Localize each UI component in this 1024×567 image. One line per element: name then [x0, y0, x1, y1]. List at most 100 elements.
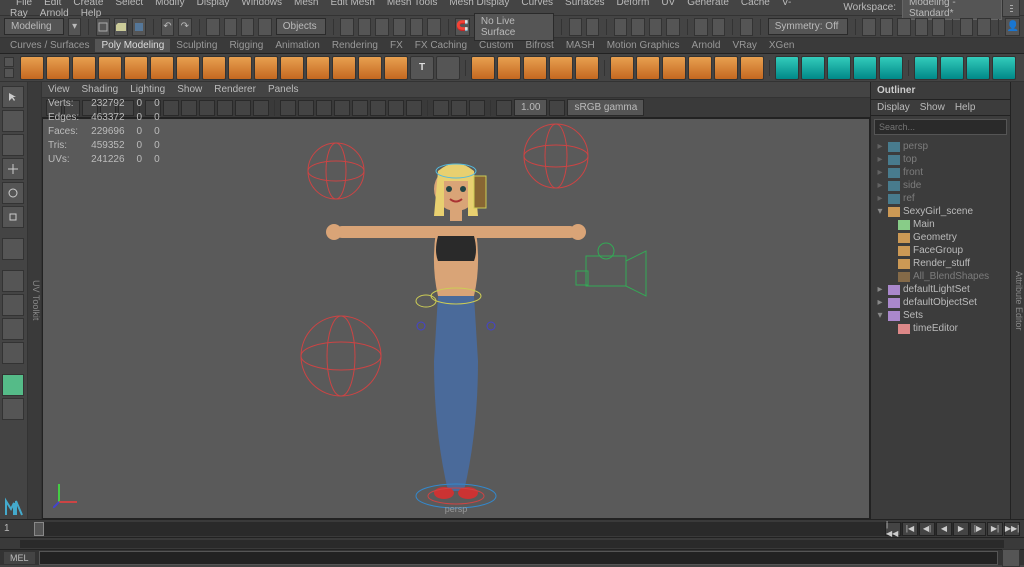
go-start-icon[interactable]: |◀◀ [885, 522, 901, 536]
outliner-item-all_blendshapes[interactable]: All_BlendShapes [873, 270, 1008, 283]
history-option-icon[interactable] [586, 18, 599, 36]
shelf-pyramid[interactable] [228, 56, 252, 80]
shelf-boolean[interactable] [549, 56, 573, 80]
live-surface-field[interactable]: No Live Surface [474, 13, 554, 41]
shelf-tab-custom[interactable]: Custom [473, 39, 519, 52]
shelf-poly-disc[interactable] [176, 56, 200, 80]
scale-tool[interactable] [2, 206, 24, 228]
snap-curve-icon[interactable] [358, 18, 371, 36]
step-fwd-icon[interactable]: |▶ [970, 522, 986, 536]
toolbox-b-icon[interactable] [897, 18, 910, 36]
go-end-icon[interactable]: ▶▶| [1004, 522, 1020, 536]
outliner-item-front[interactable]: ▸front [873, 166, 1008, 179]
toolbox-c-icon[interactable] [915, 18, 928, 36]
outliner-item-sets[interactable]: ▾Sets [873, 309, 1008, 322]
select-tool[interactable] [2, 86, 24, 108]
outliner-menu-show[interactable]: Show [920, 102, 945, 113]
menu-curves[interactable]: Curves [515, 0, 559, 8]
layout-two-side[interactable] [2, 318, 24, 340]
cmd-lang-label[interactable]: MEL [4, 552, 35, 564]
outliner-item-side[interactable]: ▸side [873, 179, 1008, 192]
viewport[interactable]: persp [42, 118, 870, 519]
sel-object-icon[interactable] [258, 18, 271, 36]
layout-two-stack[interactable] [2, 342, 24, 364]
rotate-tool[interactable] [2, 182, 24, 204]
outliner-item-defaultobjectset[interactable]: ▸defaultObjectSet [873, 296, 1008, 309]
shelf-poly-cone[interactable] [98, 56, 122, 80]
render-view-icon[interactable] [666, 18, 679, 36]
vp-safe-title-icon[interactable] [253, 100, 269, 116]
time-marker[interactable] [34, 522, 44, 536]
command-input[interactable] [39, 551, 998, 565]
lasso-tool[interactable] [2, 110, 24, 132]
hypershade-icon[interactable] [740, 18, 753, 36]
vp-safe-action-icon[interactable] [235, 100, 251, 116]
shelf-tab-vray[interactable]: VRay [726, 39, 762, 52]
snap-plane-icon[interactable] [393, 18, 406, 36]
shelf-tab-fx-caching[interactable]: FX Caching [409, 39, 473, 52]
play-fwd-icon[interactable]: ▶ [953, 522, 969, 536]
undo-icon[interactable]: ↶ [161, 18, 174, 36]
vp-wireframe-icon[interactable] [280, 100, 296, 116]
shelf-tab-curves-surfaces[interactable]: Curves / Surfaces [4, 39, 95, 52]
snap-point-icon[interactable] [375, 18, 388, 36]
shelf-poly-cylinder[interactable] [72, 56, 96, 80]
shelf-poly-sphere[interactable] [20, 56, 44, 80]
uv-toolkit-tab[interactable]: UV Toolkit [28, 82, 42, 519]
play-back-icon[interactable]: ◀ [936, 522, 952, 536]
shelf-tab-bifrost[interactable]: Bifrost [519, 39, 559, 52]
outliner-item-persp[interactable]: ▸persp [873, 140, 1008, 153]
vp-shaded-icon[interactable] [298, 100, 314, 116]
new-scene-icon[interactable] [96, 18, 110, 36]
step-back-icon[interactable]: ◀| [919, 522, 935, 536]
vp-lights-icon[interactable] [334, 100, 350, 116]
vp-gamma-mode[interactable]: sRGB gamma [567, 99, 644, 116]
menu-create[interactable]: Create [67, 0, 109, 8]
redo-icon[interactable]: ↷ [178, 18, 191, 36]
shelf-type-tool[interactable]: T [410, 56, 434, 80]
menu-modify[interactable]: Modify [149, 0, 190, 8]
shelf-poly-plane[interactable] [150, 56, 174, 80]
vp-motion-blur-icon[interactable] [406, 100, 422, 116]
vp-gamma-value[interactable]: 1.00 [514, 99, 547, 116]
outliner-menu-help[interactable]: Help [955, 102, 976, 113]
shelf-svg[interactable] [436, 56, 460, 80]
render-settings-icon[interactable] [649, 18, 662, 36]
save-scene-icon[interactable] [132, 18, 146, 36]
vp-ao-icon[interactable] [370, 100, 386, 116]
vp-gate-mask-icon[interactable] [199, 100, 215, 116]
shelf-collapse[interactable] [740, 56, 764, 80]
toolbox-a-icon[interactable] [880, 18, 893, 36]
selection-mode-dropdown[interactable]: Objects [276, 18, 326, 35]
account-icon[interactable]: 👤 [1005, 18, 1019, 36]
outliner-item-defaultlightset[interactable]: ▸defaultLightSet [873, 283, 1008, 296]
shelf-tab-mash[interactable]: MASH [560, 39, 601, 52]
menu-mesh[interactable]: Mesh [288, 0, 324, 8]
shelf-insert-edge[interactable] [853, 56, 877, 80]
snap-grid-icon[interactable] [340, 18, 353, 36]
shelf-prism[interactable] [254, 56, 278, 80]
shelf-bevel[interactable] [662, 56, 686, 80]
shelf-helix[interactable] [306, 56, 330, 80]
shelf-multicut[interactable] [775, 56, 799, 80]
playback-b-icon[interactable] [977, 18, 990, 36]
menu-uv[interactable]: UV [655, 0, 681, 8]
shelf-tab-rigging[interactable]: Rigging [223, 39, 269, 52]
shelf-target-weld[interactable] [801, 56, 825, 80]
render-icon[interactable] [614, 18, 627, 36]
vp-isolate-icon[interactable] [433, 100, 449, 116]
vp-field-chart-icon[interactable] [217, 100, 233, 116]
shelf-bridge[interactable] [636, 56, 660, 80]
shelf-tab-sculpting[interactable]: Sculpting [170, 39, 223, 52]
shelf-pipe[interactable] [280, 56, 304, 80]
shelf-slide-edge[interactable] [966, 56, 990, 80]
menu-mesh-tools[interactable]: Mesh Tools [381, 0, 443, 8]
outliner-item-ref[interactable]: ▸ref [873, 192, 1008, 205]
mode-option-icon[interactable]: ▾ [68, 18, 81, 36]
shelf-tab-motion-graphics[interactable]: Motion Graphics [601, 39, 686, 52]
shelf-quad-draw[interactable] [879, 56, 903, 80]
vp-shadows-icon[interactable] [352, 100, 368, 116]
playback-a-icon[interactable] [960, 18, 973, 36]
vp-aa-icon[interactable] [388, 100, 404, 116]
vp-menu-view[interactable]: View [48, 84, 70, 95]
